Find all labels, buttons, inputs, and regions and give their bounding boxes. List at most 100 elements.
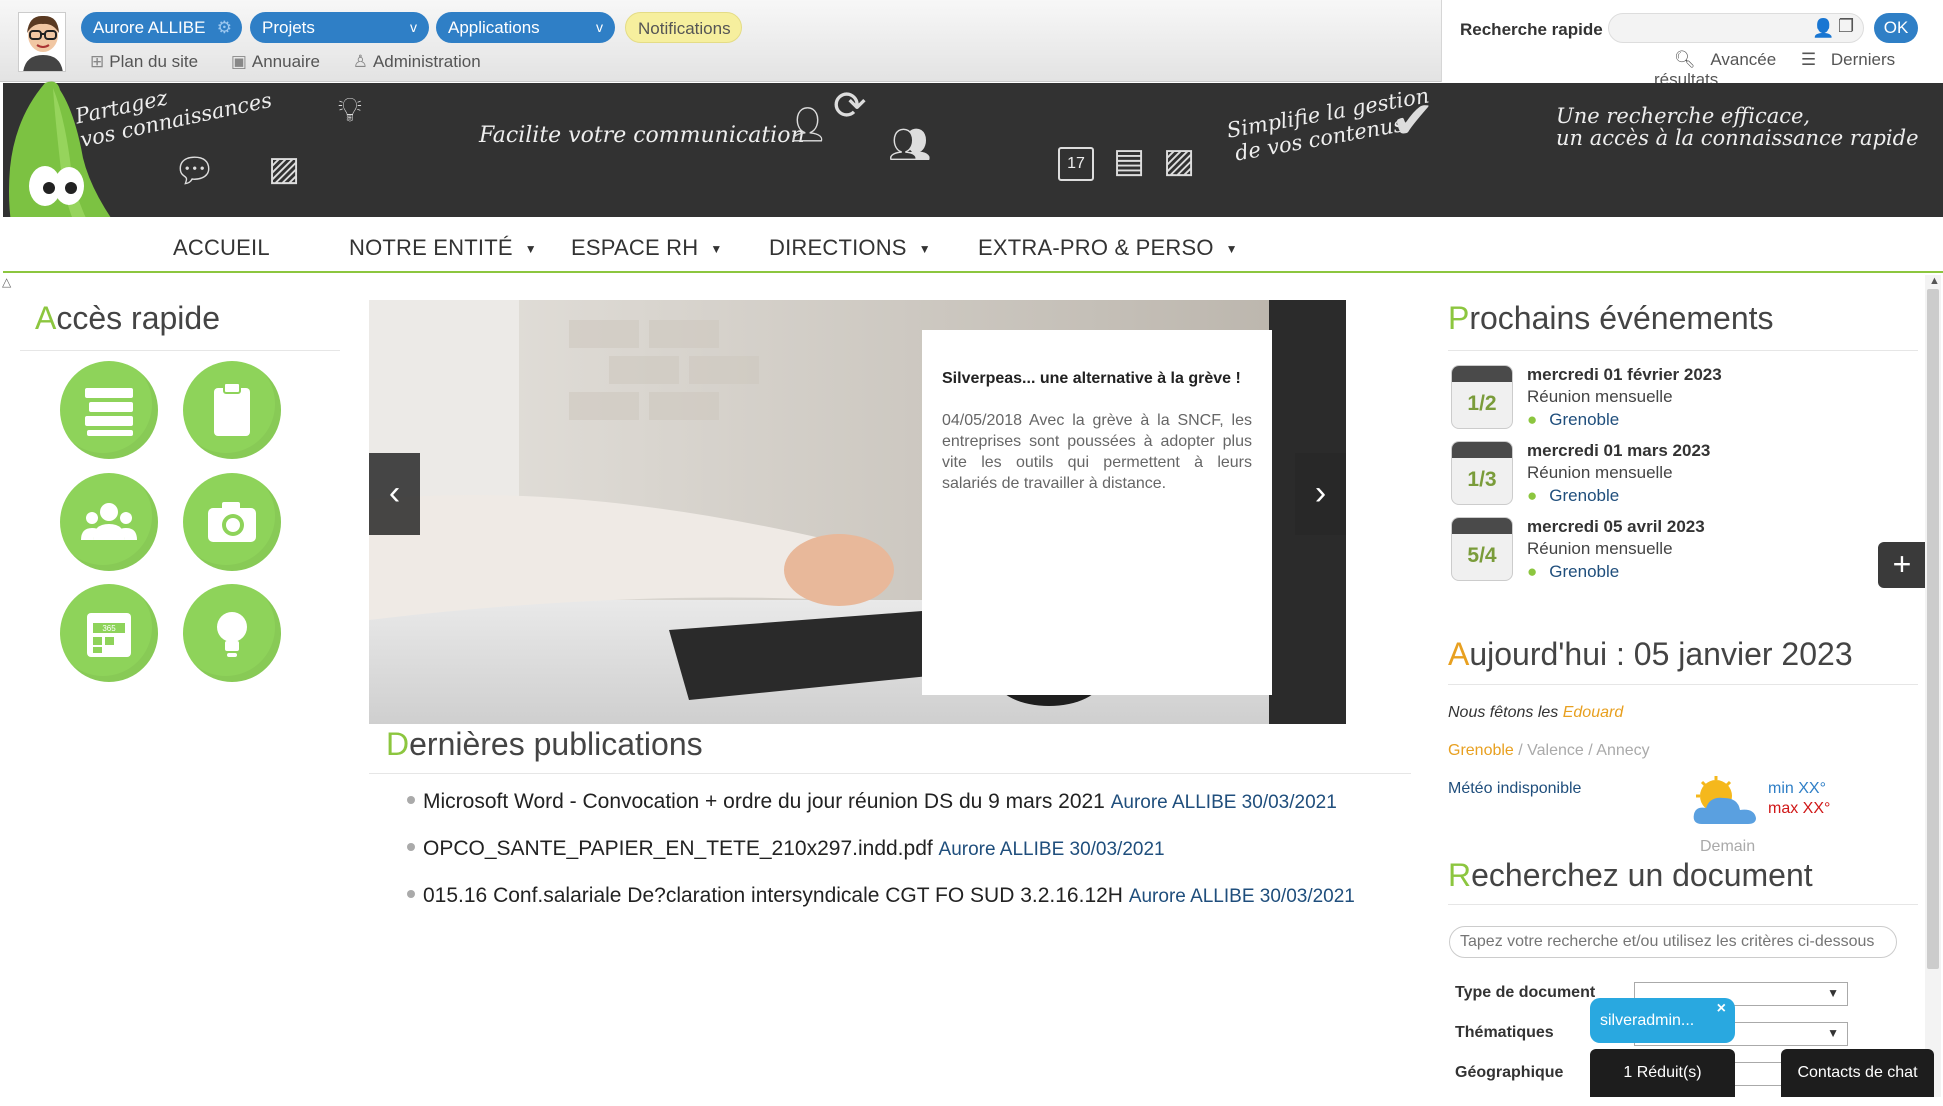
close-icon[interactable]: × xyxy=(1717,986,1726,1031)
list-icon: ☰ xyxy=(1800,50,1817,69)
carousel-title[interactable]: Silverpeas... une alternative à la grève… xyxy=(942,370,1252,388)
gear-icon: ⚙ xyxy=(216,18,232,37)
publications-title: Dernières publications xyxy=(386,726,703,762)
notifications-button[interactable]: Notifications xyxy=(625,12,742,43)
quick-access-ideas[interactable] xyxy=(183,584,281,682)
camera-icon xyxy=(208,502,256,542)
city-grenoble[interactable]: Grenoble xyxy=(1448,742,1514,759)
location-pin-icon: ● xyxy=(1527,410,1538,429)
svg-text:365: 365 xyxy=(102,624,116,633)
name-day: Nous fêtons les Edouard xyxy=(1448,704,1624,721)
nav-extra-pro-perso[interactable]: EXTRA-PRO & PERSO ▼ xyxy=(978,235,1238,261)
administration-link[interactable]: ♙ Administration xyxy=(353,52,495,71)
caret-down-icon: ▼ xyxy=(918,242,931,257)
bullet-icon xyxy=(407,843,415,852)
scrollbar-thumb[interactable] xyxy=(1927,289,1939,969)
picture-icon: ▨ xyxy=(268,150,301,188)
search-ok-button[interactable]: OK xyxy=(1874,13,1918,43)
quick-access-camera[interactable] xyxy=(183,473,281,571)
chevron-down-icon: ▼ xyxy=(1827,986,1839,1000)
news-carousel[interactable]: Silverpeas... une alternative à la grève… xyxy=(369,300,1346,724)
events-title: Prochains événements xyxy=(1448,300,1774,336)
carousel-next-button[interactable]: › xyxy=(1295,453,1346,535)
admin-icon: ♙ xyxy=(352,52,368,71)
divider xyxy=(369,773,1411,774)
geo-label: Géographique xyxy=(1455,1064,1564,1081)
applications-dropdown[interactable]: Applications v xyxy=(436,12,615,43)
weather-status: Météo indisponible xyxy=(1448,780,1582,797)
caret-down-icon: ▼ xyxy=(1225,242,1238,257)
chat-reduced-button[interactable]: 1 Réduit(s) xyxy=(1590,1049,1735,1097)
temperature-min: min XX° xyxy=(1768,780,1826,797)
user-menu-button[interactable]: Aurore ALLIBE ⚙ xyxy=(81,12,242,43)
event-item[interactable]: 1/3 mercredi 01 mars 2023 Réunion mensue… xyxy=(1451,441,1771,511)
event-item[interactable]: 1/2 mercredi 01 février 2023 Réunion men… xyxy=(1451,365,1771,435)
top-links: ⊞ Plan du site ▣ Annuaire ♙ Administration xyxy=(90,52,509,72)
carousel-card[interactable]: Silverpeas... une alternative à la grève… xyxy=(922,330,1272,695)
user-search-icon[interactable]: 👤 xyxy=(1812,18,1834,39)
doc-type-label: Type de document xyxy=(1455,984,1596,1001)
weather-tomorrow-label: Demain xyxy=(1700,838,1756,855)
doc-search-title: Recherchez un document xyxy=(1448,857,1813,893)
divider xyxy=(20,350,340,351)
publication-item[interactable]: OPCO_SANTE_PAPIER_EN_TETE_210x297.indd.p… xyxy=(400,837,1380,861)
add-event-button[interactable]: + xyxy=(1878,542,1926,588)
publication-item[interactable]: Microsoft Word - Convocation + ordre du … xyxy=(400,790,1380,814)
doc-search-input[interactable] xyxy=(1449,926,1897,958)
quick-access-books[interactable] xyxy=(60,361,158,459)
nav-espace-rh[interactable]: ESPACE RH ▼ xyxy=(571,235,722,261)
divider xyxy=(1448,350,1918,351)
user-avatar[interactable] xyxy=(18,12,66,72)
banner-text-communication: Facilite votre communication xyxy=(479,123,805,148)
scroll-up-icon[interactable]: ▲ xyxy=(1929,275,1940,287)
city-annecy[interactable]: Annecy xyxy=(1596,742,1649,759)
event-calendar-icon: 1/3 xyxy=(1451,441,1513,505)
event-calendar-icon: 5/4 xyxy=(1451,517,1513,581)
users-group-icon xyxy=(81,503,137,540)
projects-dropdown[interactable]: Projets v xyxy=(250,12,429,43)
event-item[interactable]: 5/4 mercredi 05 avril 2023 Réunion mensu… xyxy=(1451,517,1771,587)
scroll-up-arrow-icon[interactable]: △ xyxy=(2,275,11,289)
location-pin-icon: ● xyxy=(1527,562,1538,581)
advanced-search-link[interactable]: 🔍︎ Avancée xyxy=(1664,50,1776,69)
magnifier-plus-icon: 🔍︎ xyxy=(1674,50,1696,69)
banner-text-search: Une recherche efficace, un accès à la co… xyxy=(1556,104,1919,150)
carousel-text: 04/05/2018 Avec la grève à la SNCF, les … xyxy=(942,412,1252,492)
temperature-max: max XX° xyxy=(1768,800,1831,817)
publications-list: Microsoft Word - Convocation + ordre du … xyxy=(400,790,1380,931)
lightbulb-icon xyxy=(217,612,247,657)
calendar-365-icon: 365 xyxy=(87,613,131,657)
copy-icon[interactable]: ❐ xyxy=(1838,16,1854,37)
nav-directions[interactable]: DIRECTIONS ▼ xyxy=(769,235,931,261)
quick-access-clipboard[interactable] xyxy=(183,361,281,459)
main-navigation: ACCUEIL NOTRE ENTITÉ ▼ ESPACE RH ▼ DIRECTI… xyxy=(3,217,1943,273)
nav-accueil[interactable]: ACCUEIL xyxy=(173,235,270,261)
chat-bubble[interactable]: silveradmin... × xyxy=(1590,998,1735,1043)
checkmark-icon: ✔ xyxy=(1391,92,1435,150)
publication-item[interactable]: 015.16 Conf.salariale De?claration inter… xyxy=(400,884,1380,908)
page-scrollbar[interactable]: ▲ xyxy=(1925,275,1941,1097)
caret-down-icon: ▼ xyxy=(524,242,537,257)
header-banner: Partagez vos connaissances 💬︎ ▨ 💡︎ Facil… xyxy=(3,83,1943,217)
nav-notre-entite[interactable]: NOTRE ENTITÉ ▼ xyxy=(349,235,537,261)
city-valence[interactable]: Valence xyxy=(1527,742,1584,759)
quick-access-title: Accès rapide xyxy=(35,300,220,336)
divider xyxy=(1448,904,1918,905)
chat-contacts-button[interactable]: Contacts de chat xyxy=(1781,1049,1934,1097)
location-pin-icon: ● xyxy=(1527,486,1538,505)
event-calendar-icon: 1/2 xyxy=(1451,365,1513,429)
document-icon: ▤ xyxy=(1113,142,1146,180)
lightbulb-icon: 💡︎ xyxy=(338,91,362,129)
chevron-down-icon: ▼ xyxy=(1827,1026,1839,1040)
city-selector: Grenoble / Valence / Annecy xyxy=(1448,742,1650,759)
site-map-link[interactable]: ⊞ Plan du site xyxy=(90,52,212,71)
clipboard-icon xyxy=(214,382,250,436)
image-icon: ▨ xyxy=(1163,142,1196,180)
quick-access-calendar[interactable]: 365 xyxy=(60,584,158,682)
quick-access-users[interactable] xyxy=(60,473,158,571)
chevron-down-icon: v xyxy=(596,19,603,35)
sun-cloud-icon xyxy=(1693,776,1756,824)
bullet-icon xyxy=(407,796,415,805)
sitemap-icon: ⊞ xyxy=(90,52,105,71)
carousel-prev-button[interactable]: ‹ xyxy=(369,453,420,535)
